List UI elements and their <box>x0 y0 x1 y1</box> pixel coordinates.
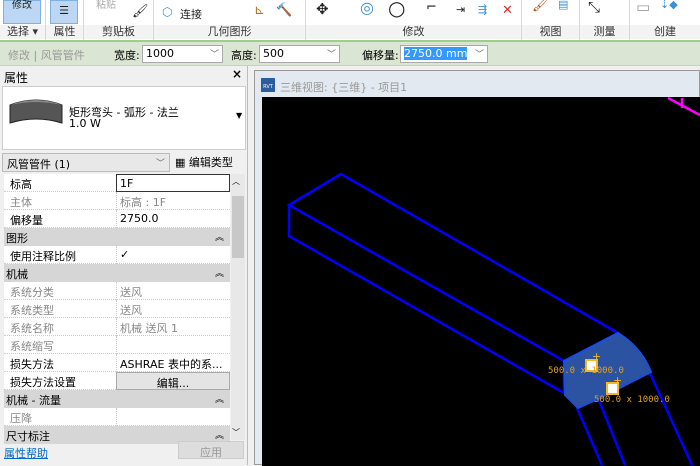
magenta-element <box>667 96 700 117</box>
duct-side-face[interactable] <box>287 205 566 396</box>
add-grip-icon[interactable]: + <box>592 350 601 363</box>
dimension-label-2[interactable]: 500.0 x 1000.0 <box>594 395 670 405</box>
model-graphics: + + 500.0 x 1000.0 500.0 x 1000.0 <box>286 96 700 465</box>
duct-edge-lower <box>648 372 694 465</box>
duct-edge-lower <box>596 397 627 465</box>
duct-edge-lower <box>575 407 604 465</box>
dimension-label-1[interactable]: 500.0 x 1000.0 <box>548 366 624 376</box>
duct-top-face[interactable] <box>286 172 621 363</box>
